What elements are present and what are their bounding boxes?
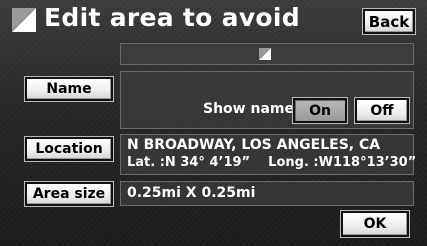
location-button[interactable]: Location [25, 137, 113, 161]
show-name-on-button[interactable]: On [293, 98, 347, 123]
name-button[interactable]: Name [25, 77, 113, 101]
area-size-value: 0.25mi X 0.25mi [127, 185, 256, 201]
area-preview-icon [259, 48, 271, 60]
ok-button[interactable]: OK [341, 211, 409, 237]
area-size-button[interactable]: Area size [25, 182, 113, 206]
page-title: Edit area to avoid [44, 3, 300, 32]
show-name-label: Show name [203, 101, 294, 117]
location-address: N BROADWAY, LOS ANGELES, CA [127, 137, 381, 153]
show-name-off-button[interactable]: Off [355, 98, 409, 123]
back-button[interactable]: Back [363, 9, 415, 34]
edit-area-icon [12, 8, 36, 32]
edit-area-screen: Edit area to avoid Back Name Show name O… [0, 0, 427, 246]
location-coordinates: Lat. :N 34° 4’19” Long. :W118°13’30” [127, 155, 417, 170]
